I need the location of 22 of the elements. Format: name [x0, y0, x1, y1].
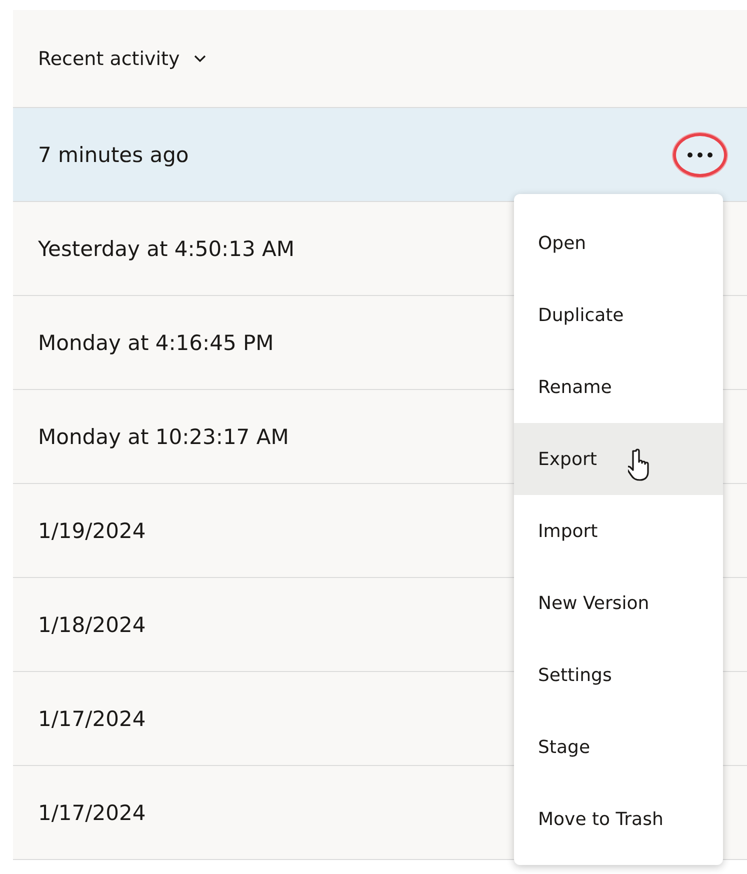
menu-item[interactable]: Duplicate — [514, 279, 723, 351]
menu-item[interactable]: New Version — [514, 567, 723, 639]
chevron-down-icon — [194, 54, 206, 62]
menu-item[interactable]: Import — [514, 495, 723, 567]
menu-item[interactable]: Move to Trash — [514, 783, 723, 855]
row-time: 1/17/2024 — [38, 800, 146, 824]
more-actions-button[interactable] — [673, 132, 727, 176]
menu-item[interactable]: Settings — [514, 639, 723, 711]
row-time: 1/18/2024 — [38, 612, 146, 636]
menu-item[interactable]: Export — [514, 423, 723, 495]
row-time: Monday at 4:16:45 PM — [38, 330, 274, 354]
row-time: 1/17/2024 — [38, 706, 146, 730]
menu-item[interactable]: Stage — [514, 711, 723, 783]
menu-item[interactable]: Rename — [514, 351, 723, 423]
row-time: 1/19/2024 — [38, 518, 146, 542]
sort-dropdown[interactable]: Recent activity — [38, 48, 206, 70]
more-icon — [687, 152, 713, 158]
row-time: 7 minutes ago — [38, 142, 189, 166]
menu-item[interactable]: Open — [514, 207, 723, 279]
row-time: Monday at 10:23:17 AM — [38, 424, 289, 448]
row-time: Yesterday at 4:50:13 AM — [38, 236, 295, 260]
activity-row[interactable]: 7 minutes ago — [13, 108, 747, 202]
